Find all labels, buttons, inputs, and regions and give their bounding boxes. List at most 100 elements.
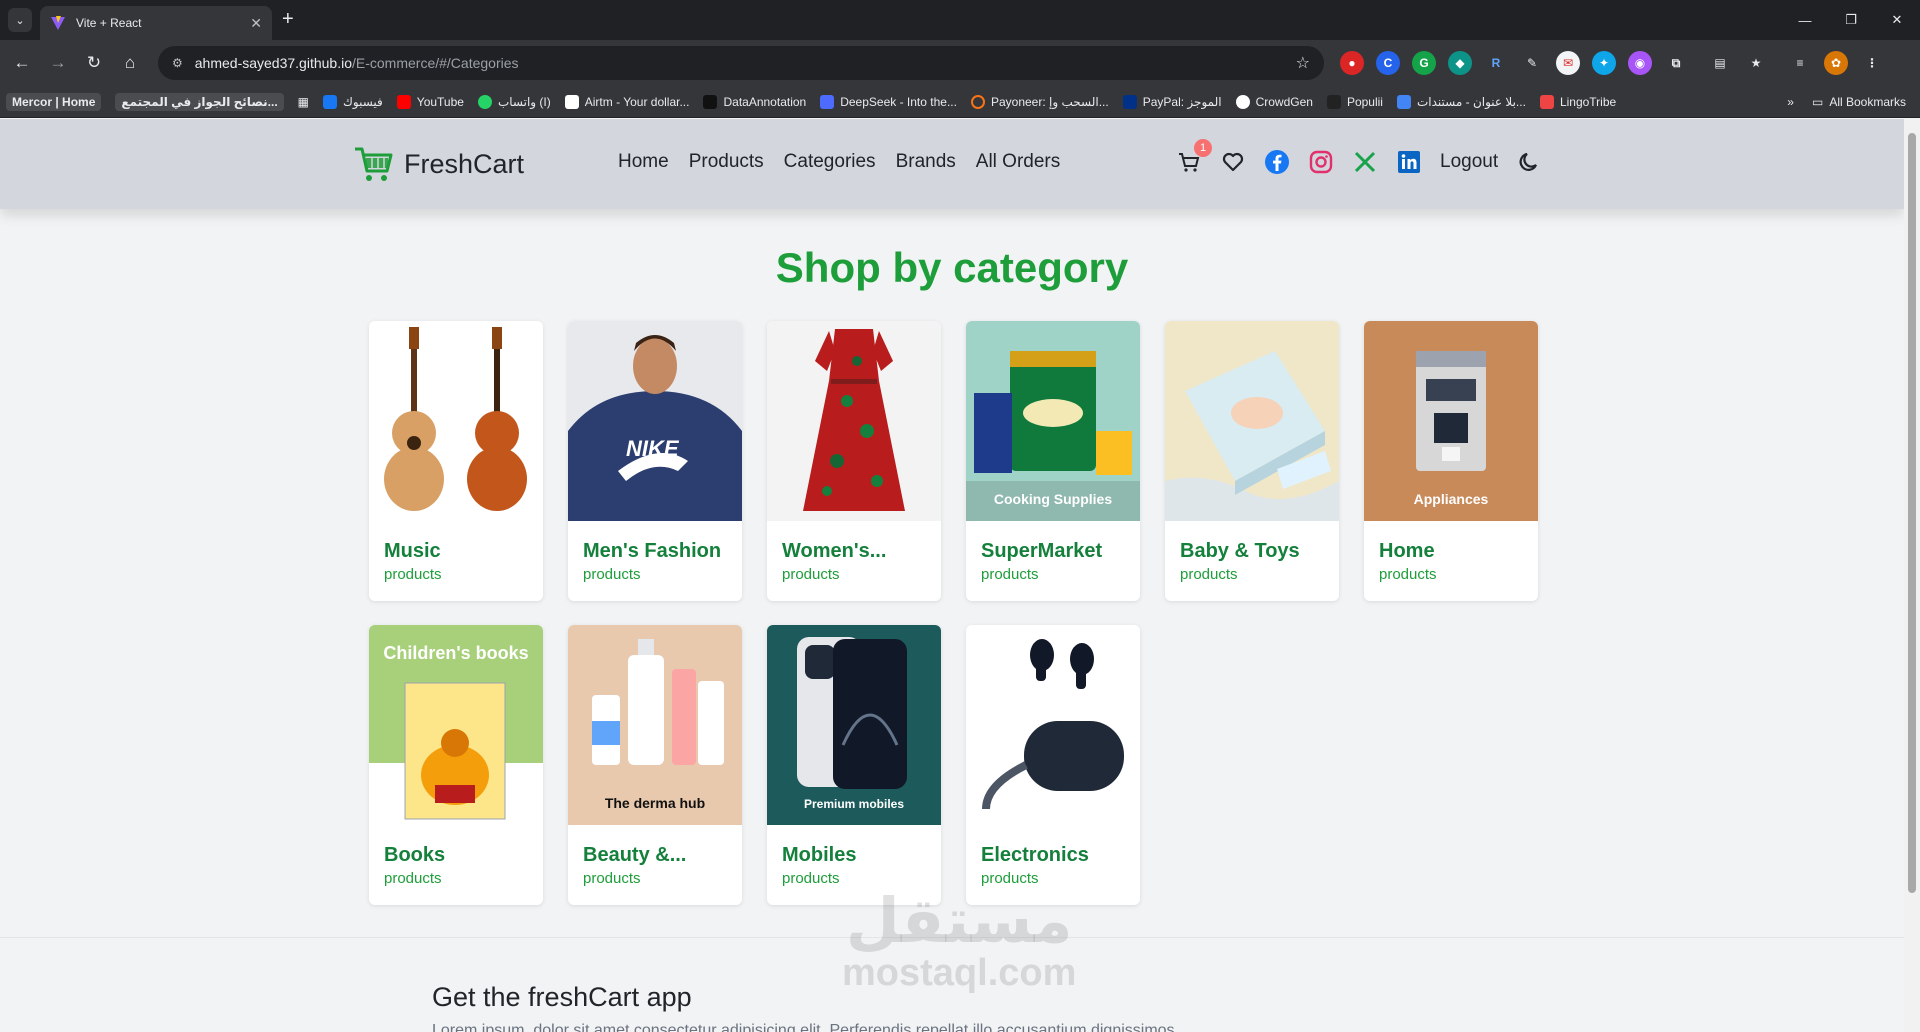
extension-red-icon[interactable]: ● (1340, 51, 1364, 75)
menu-icon[interactable]: ⋮ (1860, 51, 1884, 75)
favorites-icon[interactable]: ★ (1744, 51, 1768, 75)
extension-color-icon[interactable]: ◉ (1628, 51, 1652, 75)
folder-icon: ▭ (1811, 95, 1824, 109)
brand-logo[interactable]: FreshCart (352, 143, 524, 185)
image-caption: Appliances (1413, 491, 1489, 507)
category-sub: products (384, 566, 442, 583)
logout-button[interactable]: Logout (1440, 151, 1498, 173)
back-button[interactable]: ← (8, 49, 36, 77)
bookmark-item[interactable]: DataAnnotation (703, 94, 806, 109)
category-sub: products (981, 566, 1039, 583)
instagram-link[interactable] (1308, 149, 1334, 175)
window-close-button[interactable]: ✕ (1874, 0, 1920, 40)
main-nav: Home Products Categories Brands All Orde… (618, 151, 1060, 173)
linkedin-link[interactable] (1396, 149, 1422, 175)
forward-button[interactable]: → (44, 49, 72, 77)
apps-grid-icon[interactable]: ▦ (298, 95, 309, 109)
bookmark-item[interactable]: PayPal: الموجز (1122, 94, 1222, 109)
bookmark-item[interactable]: LingoTribe (1539, 94, 1616, 109)
nav-home[interactable]: Home (618, 151, 669, 173)
close-icon[interactable]: ✕ (250, 15, 262, 32)
browser-tab[interactable]: Vite + React ✕ (40, 6, 272, 40)
watermark: مستقل mostaql.com (842, 889, 1077, 994)
bookmark-item[interactable]: DeepSeek - Into the... (820, 94, 957, 109)
reload-button[interactable]: ↻ (80, 49, 108, 77)
bookmark-item[interactable]: Populii (1326, 94, 1383, 109)
bookmark-item[interactable]: فيسبوك (323, 94, 383, 109)
bookmark-item[interactable]: Payoneer: السحب وإ... (970, 94, 1109, 109)
site-info-icon[interactable]: ⚙ (172, 56, 183, 70)
category-card[interactable]: Premium mobiles Mobiles products (767, 625, 941, 905)
bookmark-star-icon[interactable]: ☆ (1296, 53, 1310, 73)
media-icon[interactable]: ≡ (1788, 51, 1812, 75)
reading-list-icon[interactable]: ▤ (1708, 51, 1732, 75)
x-link[interactable] (1352, 149, 1378, 175)
home-button[interactable]: ⌂ (116, 49, 144, 77)
category-card[interactable]: Children's books Books products (369, 625, 543, 905)
nav-brands[interactable]: Brands (896, 151, 956, 173)
minimize-button[interactable]: — (1782, 0, 1828, 40)
bookmark-item[interactable]: نصائح الجواز في المجتمع... (115, 92, 284, 111)
new-tab-button[interactable]: + (282, 9, 294, 29)
address-bar[interactable]: ⚙ ahmed-sayed37.github.io/E-commerce/#/C… (158, 46, 1324, 80)
page-scrollbar[interactable] (1904, 119, 1920, 1032)
cart-button[interactable]: 1 (1176, 139, 1212, 175)
browser-tab-bar: ⌄ Vite + React ✕ + — ❐ ✕ (0, 0, 1920, 40)
facebook-icon (323, 94, 338, 109)
image-caption: The derma hub (604, 795, 706, 811)
category-card[interactable]: Cooking Supplies SuperMarket products (966, 321, 1140, 601)
category-sub: products (1379, 566, 1437, 583)
home-appliances-image: Appliances (1364, 321, 1538, 521)
books-image: Children's books (369, 625, 543, 825)
nav-all-orders[interactable]: All Orders (976, 151, 1060, 173)
category-card[interactable]: Electronics products (966, 625, 1140, 905)
all-bookmarks-button[interactable]: ▭ All Bookmarks (1812, 95, 1906, 109)
url-text: ahmed-sayed37.github.io/E-commerce/#/Cat… (194, 55, 519, 71)
grammarly-icon[interactable]: G (1412, 51, 1436, 75)
category-name: Books (384, 844, 446, 866)
nav-products[interactable]: Products (689, 151, 764, 173)
category-card[interactable]: The derma hub Beauty &... products (568, 625, 742, 905)
bookmark-item[interactable]: بلا عنوان - مستندات... (1396, 94, 1526, 109)
puzzle-icon[interactable]: ⧉ (1664, 51, 1688, 75)
tab-search-button[interactable]: ⌄ (8, 8, 32, 32)
scrollbar-thumb[interactable] (1908, 133, 1916, 893)
facebook-link[interactable] (1264, 149, 1290, 175)
cart-count-badge: 1 (1194, 139, 1212, 157)
category-card[interactable]: Women's... products (767, 321, 941, 601)
category-card[interactable]: Baby & Toys products (1165, 321, 1339, 601)
category-card[interactable]: Appliances Home products (1364, 321, 1538, 601)
bookmark-item[interactable]: Airtm - Your dollar... (564, 94, 689, 109)
heart-icon (1222, 152, 1244, 172)
footer-text: Lorem ipsum, dolor sit amet consectetur … (432, 1022, 1175, 1032)
profile-avatar[interactable]: ✿ (1824, 51, 1848, 75)
bookmark-item[interactable]: واتساب (I) (477, 94, 551, 109)
nav-categories[interactable]: Categories (784, 151, 876, 173)
extension-compass-icon[interactable]: ✦ (1592, 51, 1616, 75)
populii-icon (1326, 94, 1341, 109)
airtm-icon (564, 94, 579, 109)
wishlist-button[interactable] (1220, 149, 1246, 175)
x-twitter-icon (1354, 151, 1376, 173)
extension-mail-icon[interactable]: ✉ (1556, 51, 1580, 75)
extension-blue-icon[interactable]: C (1376, 51, 1400, 75)
eyedropper-icon[interactable]: ✎ (1520, 51, 1544, 75)
more-bookmarks-icon[interactable]: » (1787, 95, 1794, 109)
site-navbar: FreshCart Home Products Categories Brand… (0, 119, 1904, 209)
bookmark-item[interactable]: YouTube (396, 94, 464, 109)
restore-button[interactable]: ❐ (1828, 0, 1874, 40)
category-card[interactable]: Music products (369, 321, 543, 601)
extension-teal-icon[interactable]: ◆ (1448, 51, 1472, 75)
category-card[interactable]: NIKE Men's Fashion products (568, 321, 742, 601)
category-sub: products (1180, 566, 1238, 583)
category-name: Electronics (981, 844, 1089, 866)
theme-toggle[interactable] (1516, 149, 1542, 175)
category-sub: products (782, 870, 840, 887)
brand-name: FreshCart (404, 148, 525, 179)
bookmark-item[interactable]: CrowdGen (1235, 94, 1313, 109)
image-caption: Children's books (383, 643, 529, 663)
watermark-latin: mostaql.com (842, 952, 1077, 994)
lingotribe-icon (1539, 94, 1554, 109)
extension-r-icon[interactable]: R (1484, 51, 1508, 75)
bookmark-item[interactable]: Mercor | Home (6, 92, 102, 111)
